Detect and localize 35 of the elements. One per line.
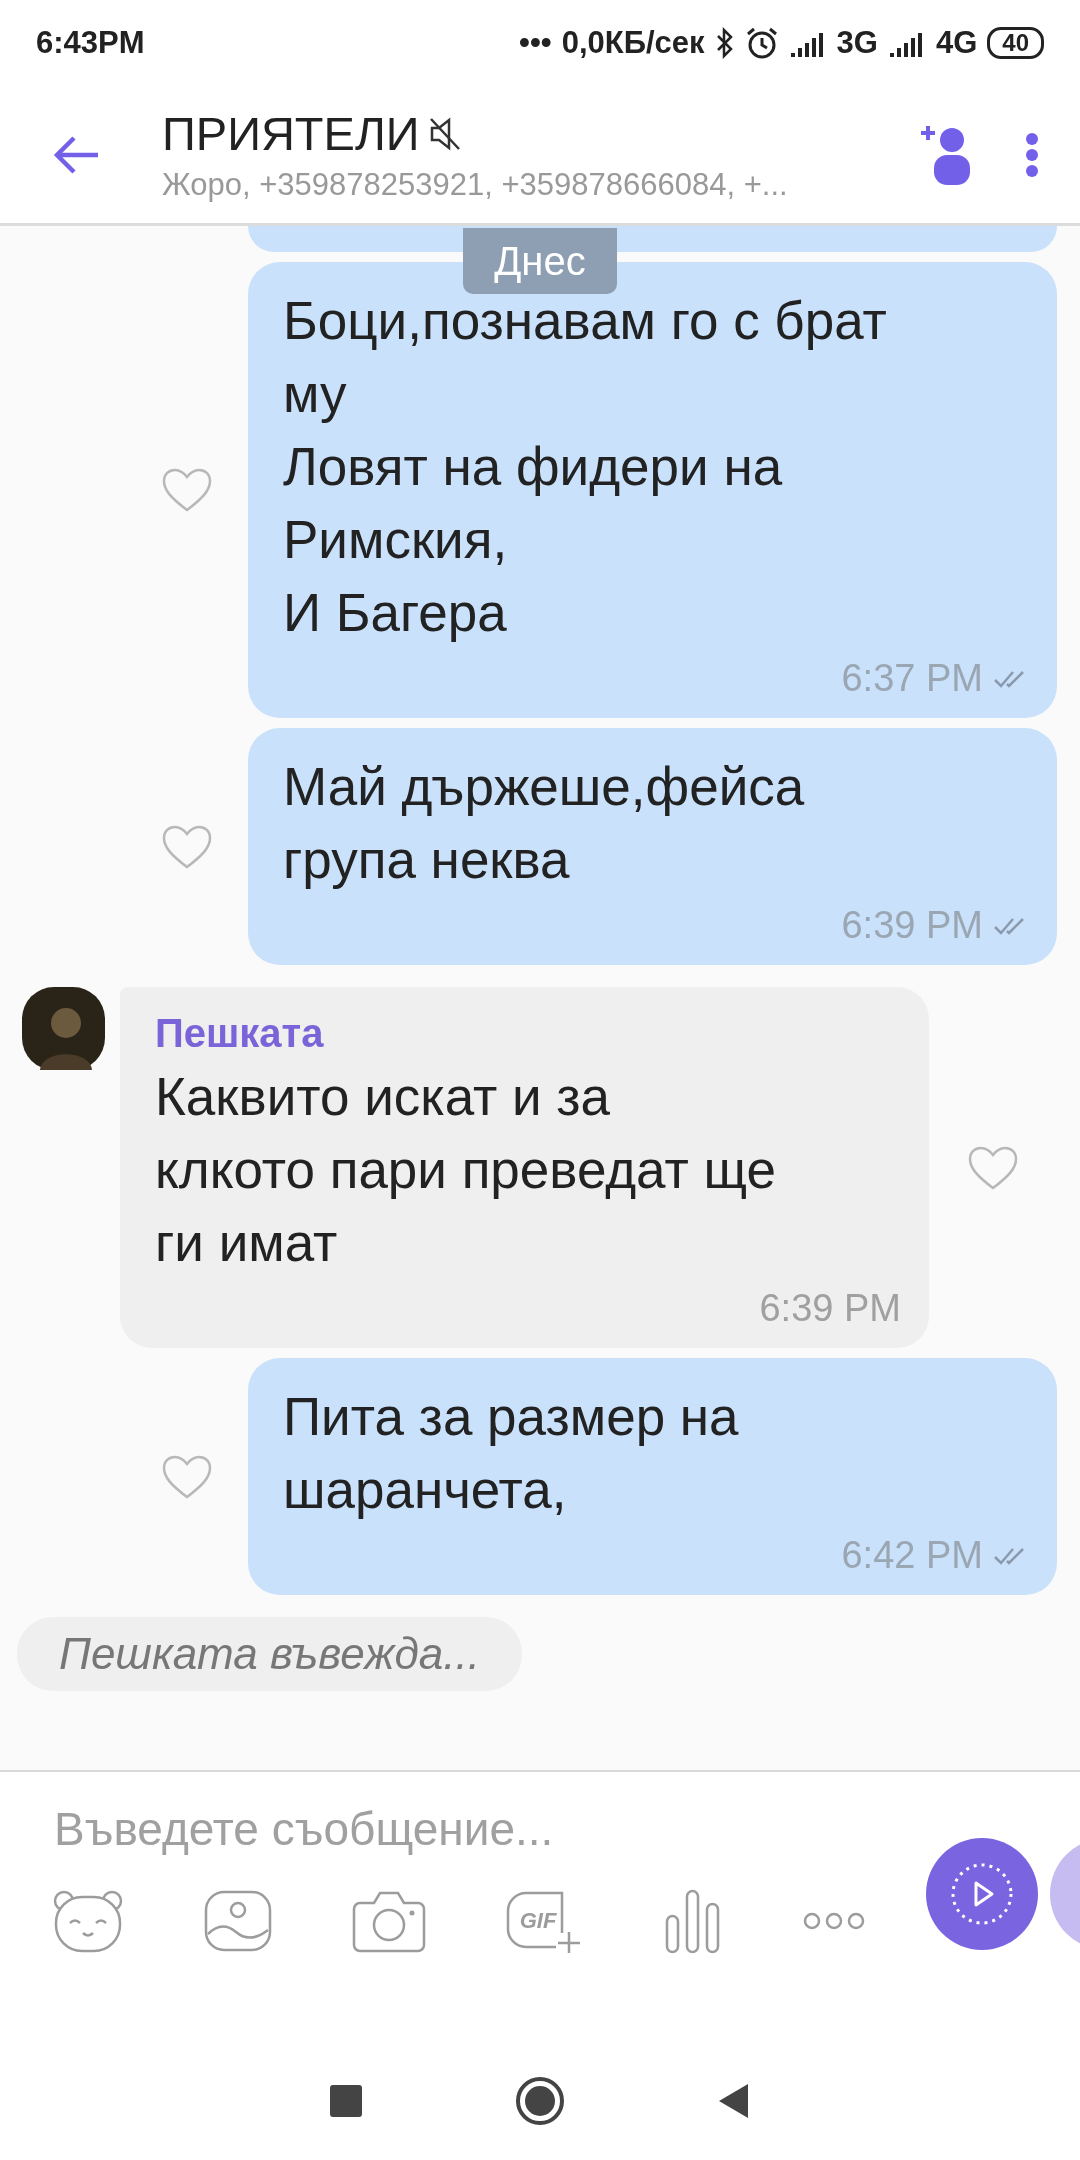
bluetooth-icon <box>714 27 735 59</box>
message-input[interactable]: Въведете съобщение... <box>54 1802 614 1856</box>
gallery-icon[interactable] <box>204 1890 272 1952</box>
heart-icon[interactable] <box>161 823 213 870</box>
participants-list: Жоро, +359878253921, +359878666084, +... <box>162 167 918 203</box>
clock-time: 6:43PM <box>36 25 145 61</box>
camera-icon[interactable] <box>352 1889 426 1953</box>
chat-title: ПРИЯТЕЛИ <box>162 106 420 161</box>
alarm-clock-icon <box>744 26 779 60</box>
message-time: 6:42 PM <box>841 1534 983 1577</box>
message-time: 6:37 PM <box>841 657 983 700</box>
home-icon[interactable] <box>514 2075 566 2127</box>
battery-level: 40 <box>987 27 1044 59</box>
bear-face-icon[interactable] <box>52 1889 124 1953</box>
message-time: 6:39 PM <box>841 904 983 947</box>
network-type: 3G <box>836 25 878 61</box>
message-text: Пита за размер на шаранчета, <box>283 1386 740 1521</box>
message-text: Май държеше,фейса група неква <box>283 756 806 891</box>
recent-apps-icon[interactable] <box>328 2083 364 2119</box>
typing-indicator: Пешката въвежда... <box>17 1617 522 1691</box>
more-indicator: ••• <box>519 25 552 61</box>
heart-icon[interactable] <box>161 467 213 513</box>
message-text: Каквито искат и за клкото пари преведат ще ги имат <box>155 1066 777 1274</box>
heart-icon[interactable] <box>967 1144 1019 1191</box>
sender-name: Пешката <box>155 1011 325 1056</box>
more-icon[interactable] <box>802 1911 866 1931</box>
more-options-icon[interactable] <box>1024 130 1040 179</box>
message-time: 6:39 PM <box>759 1287 901 1330</box>
network-type: 4G <box>935 25 978 61</box>
date-badge: Днес <box>463 228 617 294</box>
heart-icon[interactable] <box>161 1453 213 1500</box>
bar-chart-icon[interactable] <box>664 1888 722 1954</box>
network-speed: 0,0КБ/сек <box>561 25 705 61</box>
play-icon <box>950 1862 1014 1926</box>
avatar[interactable] <box>22 987 105 1070</box>
